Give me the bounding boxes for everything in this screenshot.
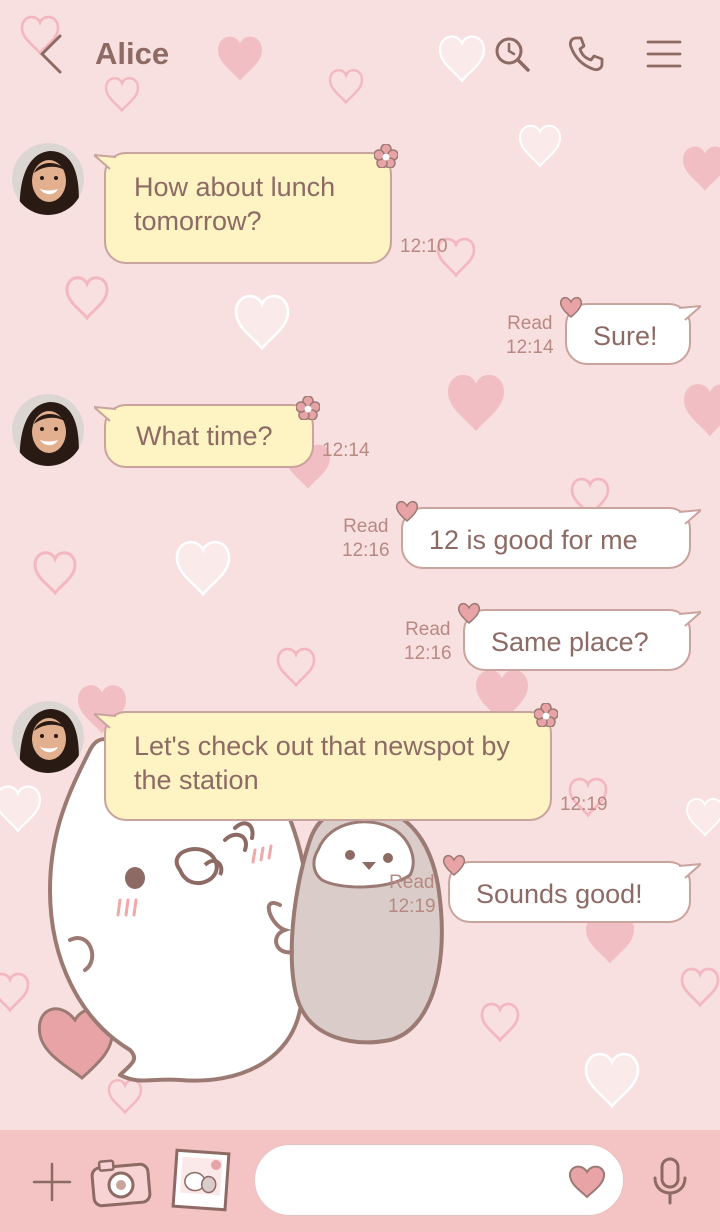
message-time: 12:10 — [400, 236, 448, 257]
microphone-icon[interactable] — [650, 1156, 690, 1206]
message-bubble-incoming[interactable]: How about lunch tomorrow? — [94, 144, 398, 264]
message-time: 12:16 — [404, 643, 452, 664]
bubble-tail — [679, 862, 701, 879]
heart-icon — [395, 500, 419, 523]
bubble-tail — [679, 508, 701, 525]
composer-bar — [0, 1130, 720, 1232]
message-bubble-incoming[interactable]: What time? — [94, 396, 320, 468]
bubble-tail — [679, 304, 701, 321]
heart-icon — [457, 602, 481, 625]
message-text: Sure! — [593, 321, 658, 351]
bubble-tail — [94, 712, 116, 729]
message-text: Sounds good! — [476, 879, 643, 909]
message-text: Same place? — [491, 627, 649, 657]
message-input-box[interactable] — [254, 1144, 624, 1216]
message-bubble-outgoing[interactable]: 12 is good for me — [395, 500, 701, 569]
read-receipt: Read 12:19 — [388, 871, 436, 919]
heart-icon — [442, 854, 466, 877]
phone-icon[interactable] — [566, 34, 606, 74]
flower-icon — [374, 144, 398, 168]
menu-icon[interactable] — [644, 34, 684, 74]
search-icon[interactable] — [492, 34, 532, 74]
camera-icon[interactable] — [89, 1154, 153, 1208]
message-time: 12:19 — [560, 794, 608, 815]
chevron-left-icon[interactable] — [30, 32, 74, 76]
message-bubble-incoming[interactable]: Let's check out that newspot by the stat… — [94, 703, 558, 821]
contact-avatar[interactable] — [12, 701, 84, 773]
chat-header: Alice — [0, 0, 720, 110]
read-label: Read — [389, 872, 435, 893]
plus-icon[interactable] — [30, 1160, 74, 1204]
message-text: 12 is good for me — [429, 525, 638, 555]
read-receipt: Read 12:16 — [342, 515, 390, 563]
avatar-photo-icon — [12, 394, 84, 466]
message-bubble-outgoing[interactable]: Sounds good! — [442, 854, 701, 923]
flower-icon — [534, 703, 558, 727]
message-text: Let's check out that newspot by the stat… — [134, 731, 510, 795]
bubble-tail — [94, 153, 116, 170]
message-text: What time? — [136, 421, 273, 451]
contact-avatar[interactable] — [12, 143, 84, 215]
contact-avatar[interactable] — [12, 394, 84, 466]
message-time: 12:14 — [506, 337, 554, 358]
contact-name[interactable]: Alice — [95, 36, 169, 72]
read-receipt: Read 12:14 — [506, 312, 554, 360]
message-text: How about lunch tomorrow? — [134, 172, 336, 236]
read-receipt: Read 12:16 — [404, 618, 452, 666]
message-time: 12:14 — [322, 440, 370, 461]
heart-icon — [559, 296, 583, 319]
bubble-tail — [679, 610, 701, 627]
message-time: 12:19 — [388, 896, 436, 917]
message-bubble-outgoing[interactable]: Sure! — [559, 296, 701, 365]
read-label: Read — [343, 516, 389, 537]
emoji-heart-icon[interactable] — [567, 1163, 607, 1199]
bubble-tail — [94, 405, 116, 422]
message-bubble-outgoing[interactable]: Same place? — [457, 602, 701, 671]
sticker-icon[interactable] — [169, 1148, 233, 1212]
flower-icon — [296, 396, 320, 420]
read-label: Read — [405, 619, 451, 640]
avatar-photo-icon — [12, 701, 84, 773]
read-label: Read — [507, 313, 553, 334]
message-input[interactable] — [277, 1163, 561, 1201]
message-time: 12:16 — [342, 540, 390, 561]
avatar-photo-icon — [12, 143, 84, 215]
